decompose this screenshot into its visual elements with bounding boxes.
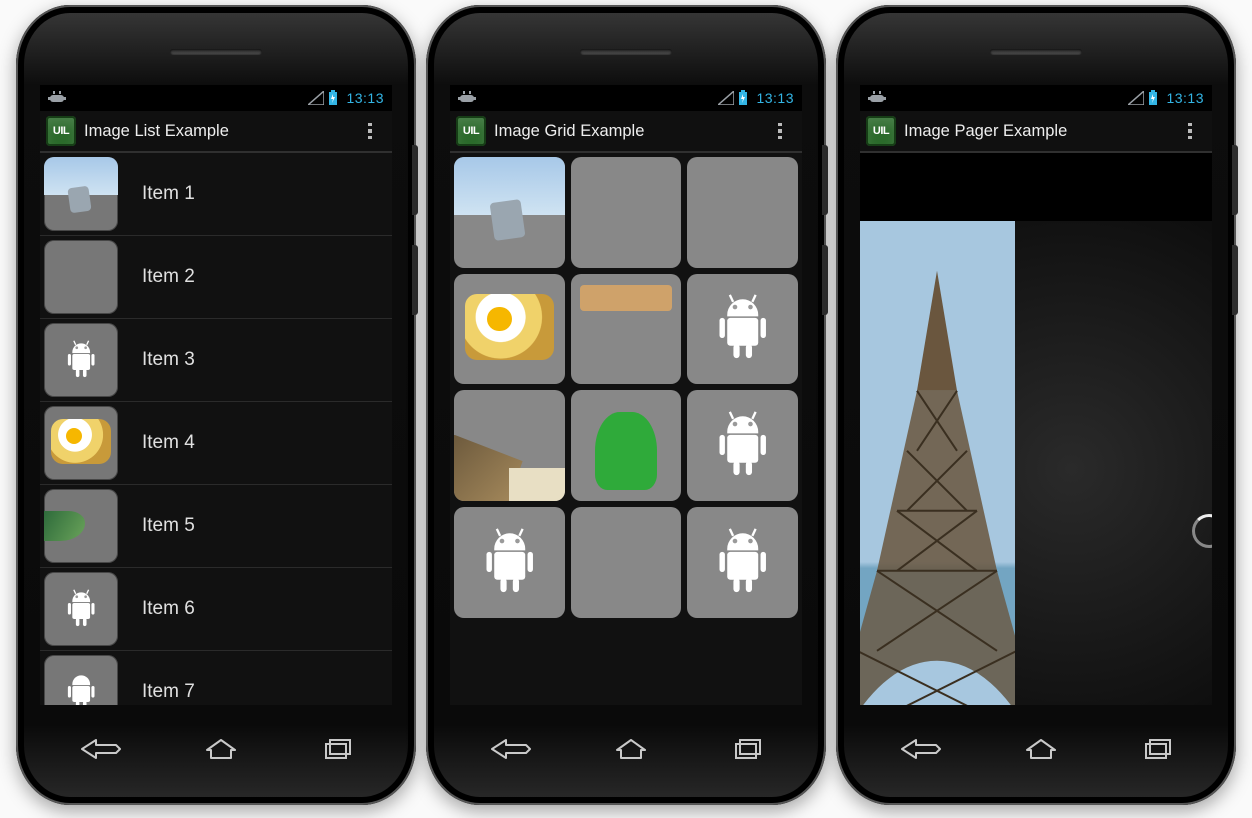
back-icon[interactable] <box>78 736 124 767</box>
thumbnail-beach <box>44 489 118 563</box>
phone-pager: 13:13 UIL Image Pager Example <box>836 5 1236 805</box>
signal-icon <box>718 91 734 105</box>
debug-icon <box>868 91 890 105</box>
action-bar-title: Image List Example <box>84 122 356 141</box>
status-bar: 13:13 <box>860 85 1212 111</box>
thumbnail-egg <box>44 406 118 480</box>
grid-cell-park[interactable] <box>454 157 565 268</box>
list-item-label: Item 6 <box>142 598 195 620</box>
status-time: 13:13 <box>346 90 384 106</box>
list-item-label: Item 5 <box>142 515 195 537</box>
thumbnail-android-placeholder <box>44 572 118 646</box>
earpiece <box>580 49 672 55</box>
signal-icon <box>1128 91 1144 105</box>
grid-cell-produce[interactable] <box>687 157 798 268</box>
thumbnail-android-placeholder <box>44 323 118 397</box>
grid-cell-flowers[interactable] <box>571 157 682 268</box>
side-button-icon <box>1232 145 1238 215</box>
phone-list: 13:13 UIL Image List Example Item 1 Item… <box>16 5 416 805</box>
app-icon: UIL <box>456 116 486 146</box>
status-bar: 13:13 <box>40 85 392 111</box>
recents-icon[interactable] <box>1138 736 1174 767</box>
debug-icon <box>48 91 70 105</box>
action-bar-title: Image Grid Example <box>494 122 766 141</box>
action-bar-title: Image Pager Example <box>904 122 1176 141</box>
side-button-icon <box>412 245 418 315</box>
grid-cell-android-placeholder[interactable] <box>687 274 798 385</box>
app-icon: UIL <box>866 116 896 146</box>
status-bar: 13:13 <box>450 85 802 111</box>
back-icon[interactable] <box>488 736 534 767</box>
list-item-label: Item 3 <box>142 349 195 371</box>
side-button-icon <box>412 145 418 215</box>
pager-image-eiffel <box>860 221 1015 705</box>
battery-icon <box>738 90 748 106</box>
thumbnail-park <box>44 157 118 231</box>
list-item[interactable]: Item 4 <box>40 402 392 485</box>
earpiece <box>170 49 262 55</box>
list-item[interactable]: Item 5 <box>40 485 392 568</box>
screen: 13:13 UIL Image Pager Example <box>860 85 1212 705</box>
status-time: 13:13 <box>1166 90 1204 106</box>
home-icon[interactable] <box>201 736 241 767</box>
grid-cell-coast[interactable] <box>454 390 565 501</box>
action-bar: UIL Image List Example <box>40 111 392 153</box>
list-item-label: Item 2 <box>142 266 195 288</box>
status-time: 13:13 <box>756 90 794 106</box>
list-view[interactable]: Item 1 Item 2 Item 3 Item 4 <box>40 153 392 705</box>
recents-icon[interactable] <box>318 736 354 767</box>
list-item[interactable]: Item 6 <box>40 568 392 651</box>
earpiece <box>990 49 1082 55</box>
grid-cell-android-cake[interactable] <box>571 390 682 501</box>
list-item-label: Item 7 <box>142 681 195 703</box>
signal-icon <box>308 91 324 105</box>
nav-bar <box>450 723 802 779</box>
recents-icon[interactable] <box>728 736 764 767</box>
side-button-icon <box>822 145 828 215</box>
phone-chassis: 13:13 UIL Image Grid Example <box>426 5 826 805</box>
list-item[interactable]: Item 2 <box>40 236 392 319</box>
list-item[interactable]: Item 7 <box>40 651 392 705</box>
grid-cell-egg[interactable] <box>454 274 565 385</box>
grid-view[interactable] <box>450 153 802 705</box>
grid-cell-android-placeholder[interactable] <box>687 507 798 618</box>
grid-cell-android-placeholder[interactable] <box>454 507 565 618</box>
side-button-icon <box>822 245 828 315</box>
thumbnail-flowers <box>44 240 118 314</box>
overflow-menu-icon[interactable] <box>766 111 794 151</box>
overflow-menu-icon[interactable] <box>356 111 384 151</box>
battery-icon <box>1148 90 1158 106</box>
home-icon[interactable] <box>611 736 651 767</box>
debug-icon <box>458 91 480 105</box>
app-icon: UIL <box>46 116 76 146</box>
list-item[interactable]: Item 1 <box>40 153 392 236</box>
grid-cell-toys[interactable] <box>571 507 682 618</box>
loading-spinner-icon <box>1192 514 1212 548</box>
action-bar: UIL Image Grid Example <box>450 111 802 153</box>
overflow-menu-icon[interactable] <box>1176 111 1204 151</box>
nav-bar <box>860 723 1212 779</box>
phone-chassis: 13:13 UIL Image List Example Item 1 Item… <box>16 5 416 805</box>
thumbnail-android-placeholder <box>44 655 118 705</box>
phone-chassis: 13:13 UIL Image Pager Example <box>836 5 1236 805</box>
list-item-label: Item 4 <box>142 432 195 454</box>
home-icon[interactable] <box>1021 736 1061 767</box>
battery-icon <box>328 90 338 106</box>
side-button-icon <box>1232 245 1238 315</box>
action-bar: UIL Image Pager Example <box>860 111 1212 153</box>
nav-bar <box>40 723 392 779</box>
list-item-label: Item 1 <box>142 183 195 205</box>
back-icon[interactable] <box>898 736 944 767</box>
pager-view[interactable] <box>860 221 1212 705</box>
phone-grid: 13:13 UIL Image Grid Example <box>426 5 826 805</box>
grid-cell-pool[interactable] <box>571 274 682 385</box>
screen: 13:13 UIL Image List Example Item 1 Item… <box>40 85 392 705</box>
list-item[interactable]: Item 3 <box>40 319 392 402</box>
grid-cell-android-placeholder[interactable] <box>687 390 798 501</box>
screen: 13:13 UIL Image Grid Example <box>450 85 802 705</box>
